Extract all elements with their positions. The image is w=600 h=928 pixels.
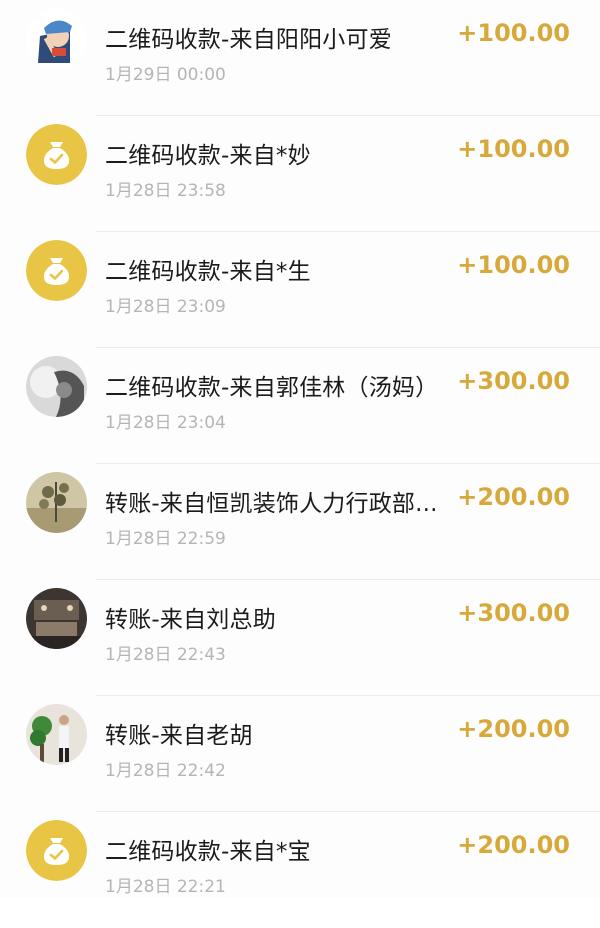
transaction-time: 1月28日 23:58 <box>105 181 226 201</box>
transaction-amount: +200.00 <box>457 831 570 859</box>
transaction-amount: +100.00 <box>457 19 570 47</box>
transaction-time: 1月28日 22:21 <box>105 877 226 897</box>
transaction-row[interactable]: 转账-来自恒凯装饰人力行政部... 1月28日 22:59 +200.00 <box>0 464 600 580</box>
money-bag-icon <box>26 124 87 185</box>
transaction-row[interactable]: 转账-来自刘总助 1月28日 22:43 +300.00 <box>0 580 600 696</box>
transaction-amount: +300.00 <box>457 367 570 395</box>
transaction-title: 二维码收款-来自*妙 <box>105 143 311 169</box>
photo-avatar-icon <box>26 704 87 765</box>
photo-avatar-icon <box>26 356 87 417</box>
transaction-row[interactable]: 二维码收款-来自*妙 1月28日 23:58 +100.00 <box>0 116 600 232</box>
transaction-title: 转账-来自老胡 <box>105 723 253 749</box>
transaction-title: 二维码收款-来自阳阳小可爱 <box>105 27 392 53</box>
transaction-row[interactable]: 二维码收款-来自郭佳林（汤妈） 1月28日 23:04 +300.00 <box>0 348 600 464</box>
transaction-time: 1月28日 22:59 <box>105 529 226 549</box>
transaction-time: 1月28日 23:04 <box>105 413 226 433</box>
transaction-title: 二维码收款-来自郭佳林（汤妈） <box>105 375 439 401</box>
money-bag-icon <box>26 240 87 301</box>
transaction-amount: +100.00 <box>457 251 570 279</box>
transaction-title: 二维码收款-来自*宝 <box>105 839 311 865</box>
transaction-time: 1月28日 22:42 <box>105 761 226 781</box>
transaction-row[interactable]: 二维码收款-来自阳阳小可爱 1月29日 00:00 +100.00 <box>0 0 600 116</box>
transaction-amount: +200.00 <box>457 715 570 743</box>
transaction-time: 1月29日 00:00 <box>105 65 226 85</box>
transaction-amount: +300.00 <box>457 599 570 627</box>
transaction-title: 转账-来自恒凯装饰人力行政部... <box>105 491 438 517</box>
transaction-amount: +100.00 <box>457 135 570 163</box>
transaction-list: 二维码收款-来自阳阳小可爱 1月29日 00:00 +100.00 二维码收款-… <box>0 0 600 898</box>
transaction-title: 转账-来自刘总助 <box>105 607 276 633</box>
transaction-row[interactable]: 二维码收款-来自*生 1月28日 23:09 +100.00 <box>0 232 600 348</box>
transaction-row[interactable]: 转账-来自老胡 1月28日 22:42 +200.00 <box>0 696 600 812</box>
money-bag-icon <box>26 820 87 881</box>
transaction-row[interactable]: 二维码收款-来自*宝 1月28日 22:21 +200.00 <box>0 812 600 928</box>
photo-avatar-icon <box>26 472 87 533</box>
transaction-time: 1月28日 22:43 <box>105 645 226 665</box>
transaction-amount: +200.00 <box>457 483 570 511</box>
photo-avatar-icon <box>26 588 87 649</box>
transaction-title: 二维码收款-来自*生 <box>105 259 311 285</box>
cartoon-avatar-icon <box>26 8 87 69</box>
transaction-time: 1月28日 23:09 <box>105 297 226 317</box>
